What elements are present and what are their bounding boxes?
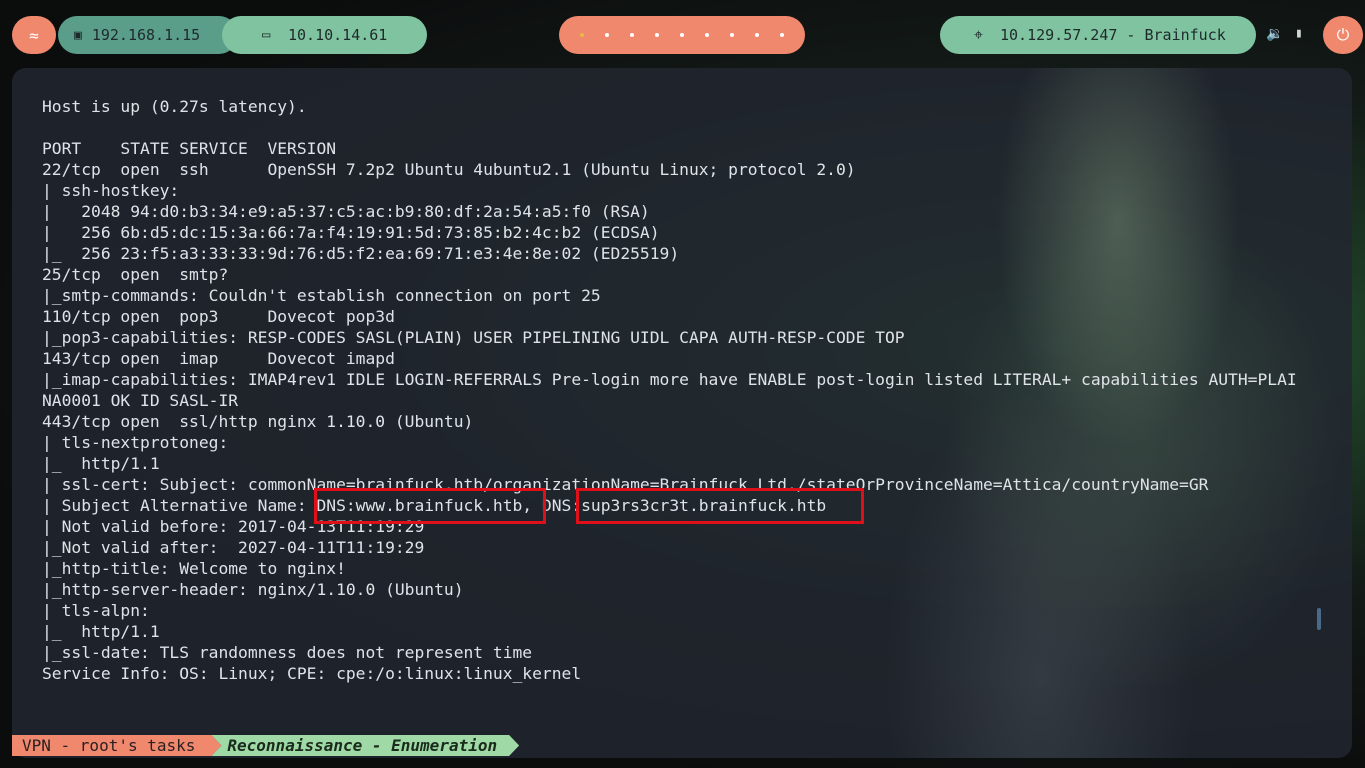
workspace-2[interactable] [604,33,609,37]
workspace-1[interactable] [579,33,584,37]
workspace-4[interactable] [654,33,659,37]
terminal-line: 110/tcp open pop3 Dovecot pop3d [42,307,395,326]
vpn-ip-widget: ▭ 10.10.14.61 [222,16,427,54]
terminal-line: NA0001 OK ID SASL-IR [42,391,239,410]
terminal-line: | ssh-hostkey: [42,181,180,200]
workspace-5[interactable] [679,33,684,37]
terminal-line: |_ http/1.1 [42,454,160,473]
terminal-line: 22/tcp open ssh OpenSSH 7.2p2 Ubuntu 4ub… [42,160,856,179]
terminal-line: 443/tcp open ssl/http nginx 1.10.0 (Ubun… [42,412,474,431]
terminal-line: |_http-server-header: nginx/1.10.0 (Ubun… [42,580,464,599]
target-widget: ⌖ 10.129.57.247 - Brainfuck [940,16,1256,54]
terminal-line: |_smtp-commands: Couldn't establish conn… [42,286,601,305]
menu-button[interactable]: ≈ [12,16,56,54]
crosshair-icon: ⌖ [974,25,984,44]
terminal-line: PORT STATE SERVICE VERSION [42,139,337,158]
terminal-line: 25/tcp open smtp? [42,265,229,284]
terminal-line: |_imap-capabilities: IMAP4rev1 IDLE LOGI… [42,370,1297,389]
terminal-line: |_http-title: Welcome to nginx! [42,559,346,578]
laptop-icon: ▭ [262,27,271,43]
vpn-ip: 10.10.14.61 [288,26,388,44]
terminal-line: | 256 6b:d5:dc:15:3a:66:7a:f4:19:91:5d:7… [42,223,660,242]
terminal-line: Service Info: OS: Linux; CPE: cpe:/o:lin… [42,664,582,683]
power-icon: ⏻ [1336,25,1350,44]
workspace-3[interactable] [629,33,634,37]
terminal-line: |_ 256 23:f5:a3:33:33:9d:76:d5:f2:ea:69:… [42,244,680,263]
monitor-icon: ▣ [74,27,82,43]
workspace-8[interactable] [755,33,760,37]
lan-ip-widget: ▣ 192.168.1.15 [58,16,238,54]
terminal-line: |_Not valid after: 2027-04-11T11:19:29 [42,538,425,557]
window-label[interactable]: Reconnaissance - Enumeration [211,735,519,756]
workspace-9[interactable] [780,33,785,37]
highlight-box-www [314,488,546,524]
terminal-line: | tls-alpn: [42,601,150,620]
terminal-line: |_ssl-date: TLS randomness does not repr… [42,643,533,662]
terminal-output[interactable]: Host is up (0.27s latency). PORT STATE S… [42,96,1297,684]
session-label[interactable]: VPN - root's tasks [12,735,221,756]
terminal-line: Host is up (0.27s latency). [42,97,307,116]
target-label: 10.129.57.247 - Brainfuck [1000,26,1226,44]
terminal-line: |_pop3-capabilities: RESP-CODES SASL(PLA… [42,328,905,347]
workspace-switcher[interactable] [559,16,805,54]
lan-ip: 192.168.1.15 [91,26,201,44]
power-button[interactable]: ⏻ [1323,16,1363,54]
workspace-6[interactable] [705,33,710,37]
terminal-line: 143/tcp open imap Dovecot imapd [42,349,395,368]
swirl-icon: ≈ [29,25,39,45]
workspace-7[interactable] [730,33,735,37]
terminal-line: |_ http/1.1 [42,622,160,641]
terminal-window[interactable]: Host is up (0.27s latency). PORT STATE S… [12,68,1352,758]
scrollbar-thumb[interactable] [1317,608,1321,630]
highlight-box-sup3rs3cr3t [576,488,864,524]
tmux-status-bar: VPN - root's tasks Reconnaissance - Enum… [12,735,519,756]
volume-icon[interactable]: 🔉 [1266,26,1283,42]
terminal-line: | 2048 94:d0:b3:34:e9:a5:37:c5:ac:b9:80:… [42,202,650,221]
battery-icon: ▮ [1295,26,1303,41]
terminal-line: | tls-nextprotoneg: [42,433,229,452]
